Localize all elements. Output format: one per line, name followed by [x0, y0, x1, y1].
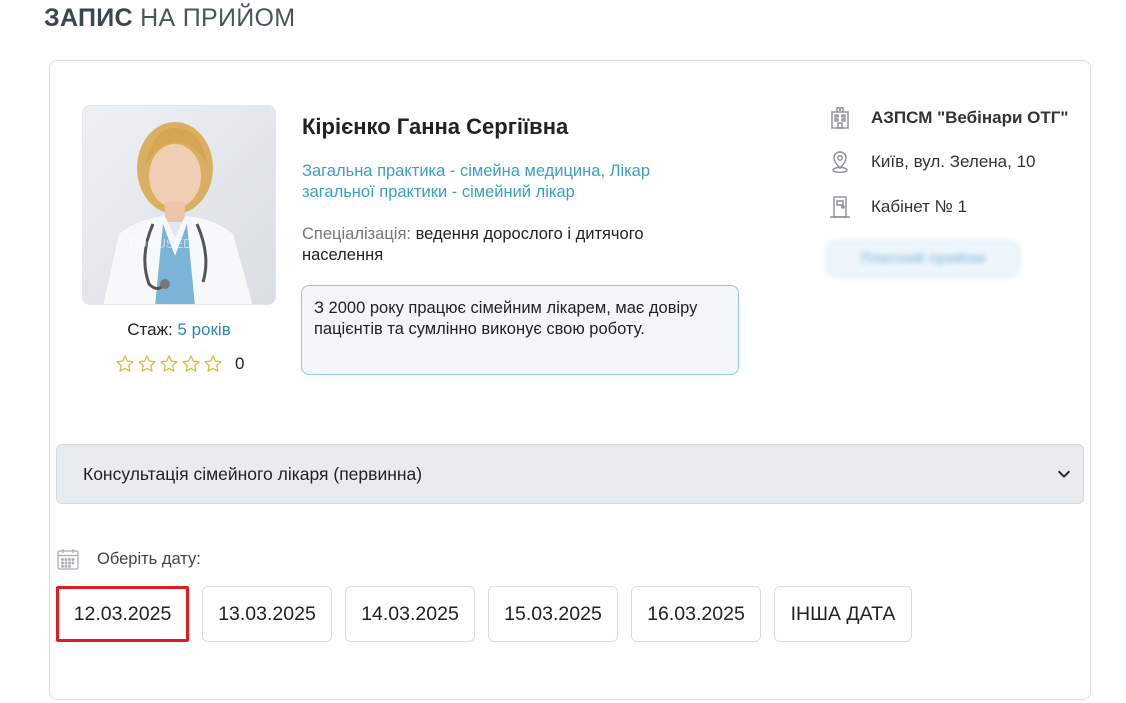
- experience-label: Стаж:: [127, 320, 173, 339]
- door-icon: [830, 196, 850, 218]
- doctor-about: З 2000 року працює сімейним лікарем, має…: [301, 285, 739, 375]
- star-icon[interactable]: [137, 354, 157, 374]
- date-option[interactable]: 15.03.2025: [488, 586, 618, 642]
- star-icon[interactable]: [203, 354, 223, 374]
- date-options: 12.03.2025 13.03.2025 14.03.2025 15.03.2…: [56, 586, 912, 642]
- page-title-rest: НА ПРИЙОМ: [140, 4, 296, 32]
- photo-watermark: FOCUSED: [129, 236, 193, 251]
- clinic-name: АЗПСМ "Вебінари ОТГ": [871, 108, 1069, 127]
- clinic-room: Кабінет № 1: [871, 197, 968, 216]
- doctor-specialty-link[interactable]: Загальна практика - сімейна медицина, Лі…: [302, 161, 722, 203]
- specialization-label: Спеціалізація:: [302, 225, 411, 243]
- star-icon[interactable]: [159, 354, 179, 374]
- clinic-room-row: Кабінет № 1: [828, 195, 967, 219]
- star-icon[interactable]: [181, 354, 201, 374]
- paid-appointment-button[interactable]: Платний прийом: [826, 240, 1020, 277]
- building-icon: [831, 107, 849, 129]
- other-date-button[interactable]: ІНША ДАТА: [774, 586, 912, 642]
- rating: 0: [115, 354, 244, 374]
- rating-count: 0: [235, 354, 245, 373]
- clinic-address-row: Київ, вул. Зелена, 10: [828, 150, 1035, 174]
- date-option[interactable]: 16.03.2025: [631, 586, 761, 642]
- service-select[interactable]: Консультація сімейного лікаря (первинна): [56, 444, 1084, 504]
- experience: Стаж: 5 років: [82, 320, 276, 340]
- date-label: Оберіть дату:: [97, 549, 201, 568]
- location-pin-icon: [832, 151, 848, 174]
- service-select-value: Консультація сімейного лікаря (первинна): [83, 463, 423, 484]
- chevron-down-icon: [1058, 470, 1070, 478]
- date-option[interactable]: 14.03.2025: [345, 586, 475, 642]
- clinic-address: Київ, вул. Зелена, 10: [871, 152, 1036, 171]
- doctor-photo: FOCUSED: [82, 105, 276, 305]
- star-icon[interactable]: [115, 354, 135, 374]
- doctor-name: Кірієнко Ганна Сергіївна: [302, 114, 569, 139]
- page-title: ЗАПИС НА ПРИЙОМ: [44, 4, 295, 33]
- calendar-icon: [57, 549, 79, 570]
- clinic-name-row: АЗПСМ "Вебінари ОТГ": [828, 106, 1068, 130]
- page-title-bold: ЗАПИС: [44, 4, 133, 32]
- date-option[interactable]: 13.03.2025: [202, 586, 332, 642]
- date-option-selected[interactable]: 12.03.2025: [56, 586, 189, 642]
- date-label-row: Оберіть дату:: [56, 547, 201, 571]
- experience-value: 5 років: [177, 320, 231, 339]
- doctor-specialization: Спеціалізація: ведення дорослого і дитяч…: [302, 224, 722, 266]
